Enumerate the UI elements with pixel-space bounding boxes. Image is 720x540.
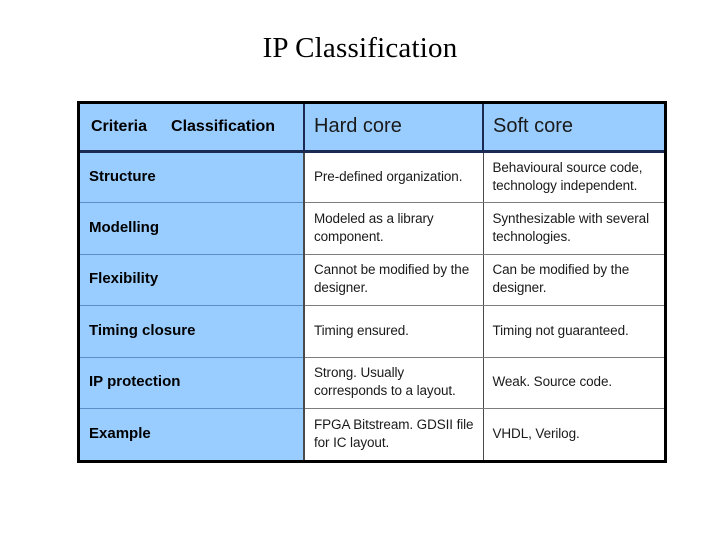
table-row: Flexibility Cannot be modified by the de… [80, 254, 664, 307]
hard-core-text: FPGA Bitstream. GDSII file for IC layout… [314, 417, 474, 450]
cell-soft-core: Timing not guaranteed. [483, 305, 664, 358]
hard-core-text: Modeled as a library component. [314, 211, 434, 245]
slide: IP Classification Criteria Classification… [0, 0, 720, 540]
hard-core-text: Cannot be modified by the designer. [314, 262, 470, 296]
cell-criteria: Example [80, 408, 305, 460]
header-label-criteria: Criteria [91, 117, 148, 135]
criteria-label: Modelling [89, 219, 159, 237]
criteria-label: Timing closure [89, 321, 196, 339]
cell-hard-core: Cannot be modified by the designer. [304, 254, 484, 307]
cell-soft-core: Behavioural source code, technology inde… [483, 151, 664, 204]
soft-core-text: Timing not guaranteed. [492, 322, 629, 338]
soft-core-text: Weak. Source code. [492, 374, 613, 390]
cell-soft-core: Can be modified by the designer. [483, 254, 664, 307]
cell-criteria: Timing closure [80, 305, 305, 358]
hard-core-text: Strong. Usually corresponds to a layout. [314, 365, 456, 399]
cell-hard-core: Strong. Usually corresponds to a layout. [304, 357, 484, 410]
table: Criteria Classification Hard core Soft co… [80, 104, 664, 460]
header-label-hard-core: Hard core [314, 115, 402, 138]
table-header-row: Criteria Classification Hard core Soft co… [80, 104, 664, 153]
cell-criteria: Structure [80, 151, 305, 204]
cell-criteria: IP protection [80, 357, 305, 410]
criteria-label: Structure [89, 168, 156, 186]
cell-hard-core: Timing ensured. [304, 305, 484, 358]
cell-criteria: Flexibility [80, 254, 305, 307]
criteria-label: Example [89, 425, 151, 442]
hard-core-text: Pre-defined organization. [314, 169, 463, 185]
header-label-soft-core: Soft core [493, 115, 574, 138]
cell-hard-core: Modeled as a library component. [304, 202, 484, 255]
hard-core-text: Timing ensured. [314, 322, 409, 338]
criteria-label: IP protection [89, 373, 181, 391]
table-row: Structure Pre-defined organization. Beha… [80, 151, 664, 204]
soft-core-text: Can be modified by the designer. [492, 262, 630, 296]
criteria-label: Flexibility [89, 270, 159, 288]
cell-soft-core: Weak. Source code. [483, 357, 664, 410]
ip-classification-table: Criteria Classification Hard core Soft co… [77, 101, 667, 463]
page-title: IP Classification [262, 32, 458, 64]
cell-criteria: Modelling [80, 202, 305, 255]
cell-soft-core: Synthesizable with several technologies. [483, 202, 664, 255]
header-cell-criteria: Criteria Classification [80, 104, 305, 153]
header-cell-hard-core: Hard core [304, 104, 484, 153]
soft-core-text: VHDL, Verilog. [492, 426, 580, 441]
header-cell-soft-core: Soft core [483, 104, 664, 153]
table-row: Timing closure Timing ensured. Timing no… [80, 305, 664, 358]
soft-core-text: Synthesizable with several technologies. [492, 211, 650, 245]
header-label-classification: Classification [171, 117, 276, 135]
cell-hard-core: FPGA Bitstream. GDSII file for IC layout… [304, 408, 484, 460]
table-row: Example FPGA Bitstream. GDSII file for I… [80, 408, 664, 460]
cell-soft-core: VHDL, Verilog. [483, 408, 664, 460]
soft-core-text: Behavioural source code, technology inde… [492, 160, 643, 194]
cell-hard-core: Pre-defined organization. [304, 151, 484, 204]
table-row: Modelling Modeled as a library component… [80, 202, 664, 255]
table-row: IP protection Strong. Usually correspond… [80, 357, 664, 410]
